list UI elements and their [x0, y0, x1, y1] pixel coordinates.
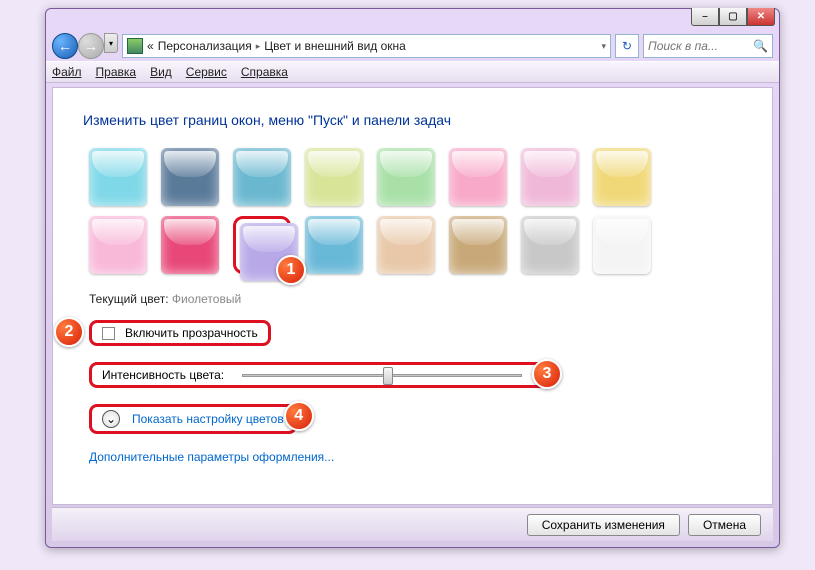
annotation-badge-4: 4: [284, 401, 314, 431]
color-swatch[interactable]: [449, 148, 507, 206]
breadcrumb-prefix: «: [147, 39, 154, 53]
forward-button: →: [78, 33, 104, 59]
refresh-button[interactable]: ↻: [615, 34, 639, 58]
breadcrumb-item-1[interactable]: Персонализация: [158, 39, 252, 53]
color-swatch[interactable]: [89, 148, 147, 206]
expand-button[interactable]: ⌄: [102, 410, 120, 428]
nav-history-dropdown[interactable]: ▾: [104, 33, 118, 53]
breadcrumb-dropdown-icon[interactable]: ▾: [601, 41, 606, 52]
menu-help[interactable]: Справка: [241, 65, 288, 79]
maximize-button[interactable]: ▢: [719, 8, 747, 26]
annotation-badge-2: 2: [54, 317, 84, 347]
window-frame: – ▢ ✕ ← → ▾ « Персонализация ▸ Цвет и вн…: [45, 8, 780, 548]
color-swatch[interactable]: [233, 148, 291, 206]
chevron-right-icon: ▸: [256, 41, 261, 52]
address-row: ← → ▾ « Персонализация ▸ Цвет и внешний …: [46, 31, 779, 61]
menu-file[interactable]: Файл: [52, 65, 82, 79]
annotation-badge-3: 3: [532, 359, 562, 389]
color-swatch[interactable]: [593, 216, 651, 274]
minimize-button[interactable]: –: [691, 8, 719, 26]
highlight-expand: ⌄ Показать настройку цветов 4: [89, 404, 297, 434]
color-swatch[interactable]: [377, 216, 435, 274]
color-swatch[interactable]: [161, 216, 219, 274]
breadcrumb-item-2[interactable]: Цвет и внешний вид окна: [264, 39, 406, 53]
chevron-down-icon: ⌄: [106, 412, 116, 426]
cancel-button[interactable]: Отмена: [688, 514, 761, 536]
menu-tools[interactable]: Сервис: [186, 65, 227, 79]
footer: Сохранить изменения Отмена: [52, 507, 773, 541]
menu-edit[interactable]: Правка: [96, 65, 137, 79]
color-swatch[interactable]: [305, 216, 363, 274]
highlight-intensity: Интенсивность цвета: 3: [89, 362, 549, 388]
color-swatch[interactable]: [521, 148, 579, 206]
color-swatch[interactable]: [161, 148, 219, 206]
color-swatch[interactable]: [449, 216, 507, 274]
current-color-value: Фиолетовый: [172, 292, 241, 306]
intensity-label: Интенсивность цвета:: [102, 368, 224, 382]
titlebar[interactable]: – ▢ ✕: [46, 9, 779, 31]
color-swatch[interactable]: [305, 148, 363, 206]
current-color-label: Текущий цвет:: [89, 292, 172, 306]
annotation-badge-1: 1: [276, 255, 306, 285]
highlight-selected-swatch: 1: [233, 216, 291, 274]
color-swatch[interactable]: [89, 216, 147, 274]
page-title: Изменить цвет границ окон, меню "Пуск" и…: [83, 112, 742, 128]
intensity-slider-thumb[interactable]: [383, 367, 393, 385]
menu-view[interactable]: Вид: [150, 65, 172, 79]
color-swatch[interactable]: [593, 148, 651, 206]
color-swatches: 1: [89, 148, 742, 274]
transparency-label[interactable]: Включить прозрачность: [125, 326, 258, 340]
search-input[interactable]: [648, 39, 753, 53]
menubar: Файл Правка Вид Сервис Справка: [46, 61, 779, 83]
close-button[interactable]: ✕: [747, 8, 775, 26]
personalization-icon: [127, 38, 143, 54]
breadcrumb[interactable]: « Персонализация ▸ Цвет и внешний вид ок…: [122, 34, 611, 58]
color-swatch[interactable]: [521, 216, 579, 274]
advanced-appearance-link[interactable]: Дополнительные параметры оформления...: [89, 450, 334, 464]
content-area: Изменить цвет границ окон, меню "Пуск" и…: [52, 87, 773, 505]
save-button[interactable]: Сохранить изменения: [527, 514, 680, 536]
back-button[interactable]: ←: [52, 33, 78, 59]
transparency-checkbox[interactable]: [102, 327, 115, 340]
color-swatch[interactable]: [377, 148, 435, 206]
search-box[interactable]: 🔍: [643, 34, 773, 58]
show-color-mixer-link[interactable]: Показать настройку цветов: [132, 412, 284, 426]
highlight-transparency: Включить прозрачность 2: [89, 320, 271, 346]
search-icon[interactable]: 🔍: [753, 39, 768, 53]
intensity-slider[interactable]: [242, 374, 522, 377]
